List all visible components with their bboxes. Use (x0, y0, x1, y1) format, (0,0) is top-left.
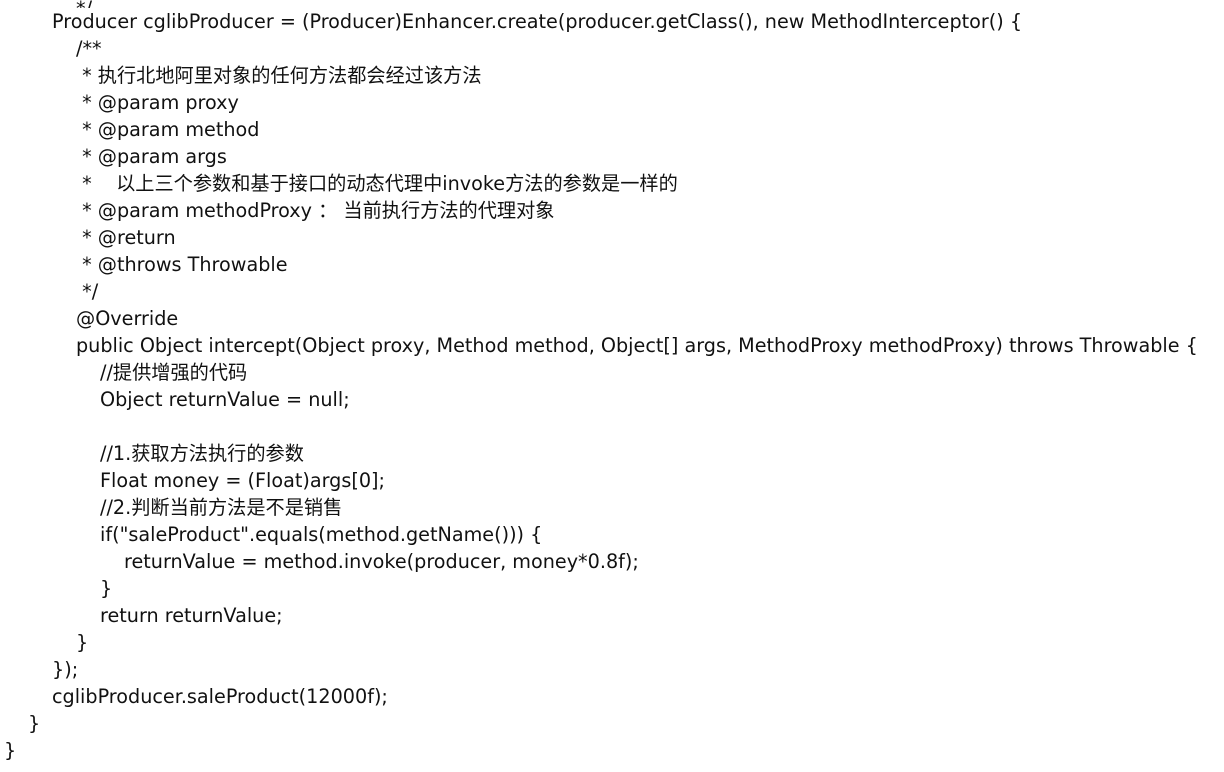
code-line-1: Producer cglibProducer = (Producer)Enhan… (52, 10, 1023, 33)
code-line-5: * @param method (76, 118, 260, 141)
code-line-17: //1.获取方法执行的参数 (100, 442, 304, 465)
code-line-24: } (76, 631, 89, 654)
code-line-27: } (28, 712, 41, 735)
code-line-9: * @return (76, 226, 176, 249)
code-line-26: cglibProducer.saleProduct(12000f); (52, 685, 388, 708)
code-line-10: * @throws Throwable (76, 253, 288, 276)
code-line-20: if("saleProduct".equals(method.getName()… (100, 523, 543, 546)
code-line-15: Object returnValue = null; (100, 388, 350, 411)
code-line-18: Float money = (Float)args[0]; (100, 469, 386, 492)
code-line-6: * @param args (76, 145, 227, 168)
code-line-19: //2.判断当前方法是不是销售 (100, 496, 343, 519)
code-snippet: */ Producer cglibProducer = (Producer)En… (0, 0, 1224, 772)
code-line-21: returnValue = method.invoke(producer, mo… (124, 550, 639, 573)
code-line-12: @Override (76, 307, 179, 330)
code-line-14: //提供增强的代码 (100, 361, 248, 384)
code-line-8: * @param methodProxy ： 当前执行方法的代理对象 (76, 199, 555, 222)
code-line-11: */ (76, 280, 99, 303)
code-line-25: }); (52, 658, 79, 681)
code-line-2: /** (76, 37, 102, 60)
code-line-22: } (100, 577, 113, 600)
code-line-7: * 以上三个参数和基于接口的动态代理中invoke方法的参数是一样的 (76, 172, 678, 195)
code-line-0: */ (76, 0, 100, 8)
code-line-13: public Object intercept(Object proxy, Me… (76, 334, 1198, 357)
code-line-23: return returnValue; (100, 604, 283, 627)
code-line-4: * @param proxy (76, 91, 239, 114)
code-line-3: * 执行北地阿里对象的任何方法都会经过该方法 (76, 64, 482, 87)
code-line-28: } (4, 739, 17, 762)
